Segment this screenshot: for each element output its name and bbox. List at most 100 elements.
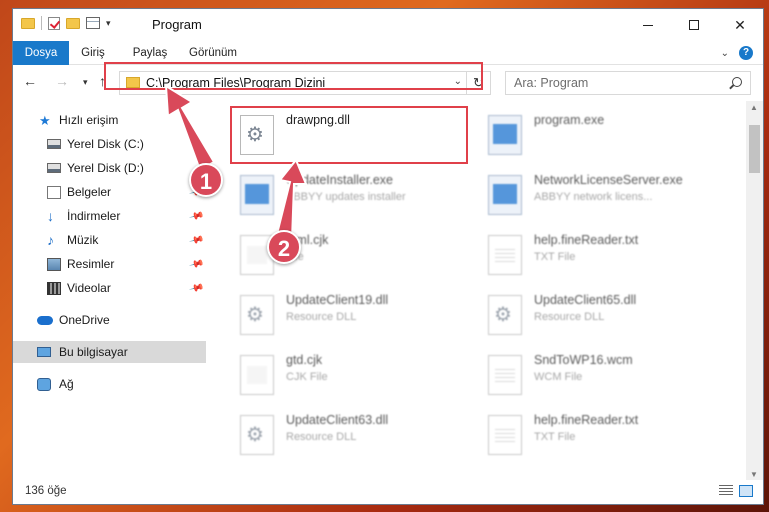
search-icon[interactable] — [732, 77, 742, 87]
file-name: UpdateInstaller.exe — [286, 173, 394, 187]
sidebar-item-disk-d[interactable]: Yerel Disk (D:) — [13, 157, 206, 179]
videos-icon — [47, 281, 61, 295]
file-item[interactable]: UpdateInstaller.exe ABBYY updates instal… — [208, 169, 448, 225]
file-name: UpdateClient63.dll — [286, 413, 389, 427]
details-view-icon[interactable] — [719, 485, 733, 497]
ribbon-controls: ⌄ ? — [721, 46, 753, 60]
txt-file-icon — [488, 415, 522, 455]
scroll-thumb[interactable] — [749, 125, 760, 173]
file-highlight — [230, 106, 468, 164]
network-icon — [37, 377, 51, 391]
search-placeholder: Ara: Program — [514, 76, 589, 90]
sidebar-item-label: İndirmeler — [67, 209, 121, 223]
properties-icon[interactable] — [86, 17, 100, 29]
file-item[interactable]: gtd.cjk CJK File — [208, 349, 448, 405]
search-input[interactable]: Ara: Program — [505, 71, 751, 95]
back-arrow-icon[interactable]: ← — [23, 73, 37, 89]
help-icon[interactable]: ? — [739, 46, 753, 60]
sidebar-item-pictures[interactable]: Resimler 📌 — [13, 253, 206, 275]
item-count: 136 öğe — [25, 485, 67, 497]
file-type: TXT File — [534, 431, 576, 443]
sidebar-item-label: Resimler — [67, 257, 115, 271]
properties-check-icon[interactable] — [48, 16, 60, 30]
quick-access-toolbar: ▾ — [21, 16, 111, 30]
sidebar-item-label: Müzik — [67, 233, 99, 247]
file-type: CJK File — [286, 371, 328, 383]
vertical-scrollbar[interactable]: ▲ ▼ — [746, 101, 763, 481]
drive-icon — [47, 163, 61, 173]
navigation-pane: ★ Hızlı erişim Yerel Disk (C:) Yerel Dis… — [13, 101, 208, 481]
pictures-icon — [47, 257, 61, 271]
wcm-file-icon — [488, 355, 522, 395]
file-type: Resource DLL — [286, 311, 357, 323]
sidebar-item-documents[interactable]: Belgeler 📌 — [13, 181, 206, 203]
new-folder-icon[interactable] — [66, 17, 80, 29]
close-button[interactable]: ✕ — [717, 9, 763, 41]
pin-icon[interactable]: 📌 — [188, 232, 204, 248]
file-type: WCM File — [534, 371, 583, 383]
file-item[interactable]: UpdateClient65.dll Resource DLL — [456, 289, 696, 345]
file-name: UpdateClient65.dll — [534, 293, 637, 307]
drive-icon — [47, 139, 61, 149]
maximize-icon — [689, 20, 699, 30]
file-name: UpdateClient19.dll — [286, 293, 389, 307]
maximize-button[interactable] — [671, 9, 717, 41]
file-name: SndToWP16.wcm — [534, 353, 633, 367]
file-name: gtd.cjk — [286, 353, 323, 367]
file-item[interactable]: SndToWP16.wcm WCM File — [456, 349, 696, 405]
file-type: ABBYY updates installer — [286, 191, 406, 203]
scroll-down-icon[interactable]: ▼ — [750, 470, 758, 479]
folder-icon — [21, 17, 35, 29]
pin-icon[interactable]: 📌 — [188, 208, 204, 224]
music-icon: ♪ — [47, 231, 54, 248]
recent-locations-icon[interactable]: ▾ — [83, 77, 88, 88]
sidebar-item-label: Ağ — [59, 377, 74, 391]
file-item[interactable]: help.fineReader.txt TXT File — [456, 229, 696, 285]
file-name: program.exe — [534, 113, 605, 127]
sidebar-item-label: Videolar — [67, 281, 111, 295]
sidebar-item-videos[interactable]: Videolar 📌 — [13, 277, 206, 299]
sidebar-item-onedrive[interactable]: OneDrive — [13, 309, 206, 331]
file-name: help.fineReader.txt — [534, 413, 639, 427]
scroll-up-icon[interactable]: ▲ — [750, 103, 758, 112]
exe-file-icon — [240, 175, 274, 215]
large-icons-view-icon[interactable] — [739, 485, 753, 497]
window-title: Program — [152, 17, 202, 32]
file-type: TXT File — [534, 251, 576, 263]
exe-file-icon — [488, 175, 522, 215]
pin-icon[interactable]: 📌 — [188, 256, 204, 272]
sidebar-item-this-pc[interactable]: Bu bilgisayar — [13, 341, 206, 363]
status-bar: 136 öğe — [13, 480, 763, 504]
expand-ribbon-icon[interactable]: ⌄ — [721, 48, 729, 59]
exe-file-icon — [488, 115, 522, 155]
computer-icon — [37, 347, 51, 357]
pin-icon[interactable]: 📌 — [188, 280, 204, 296]
file-item[interactable]: UpdateClient63.dll Resource DLL — [208, 409, 448, 465]
file-type: Resource DLL — [534, 311, 605, 323]
tab-file[interactable]: Dosya — [13, 41, 69, 65]
sidebar-item-label: Belgeler — [67, 185, 112, 199]
sidebar-item-network[interactable]: Ağ — [13, 373, 206, 395]
forward-arrow-icon[interactable]: → — [55, 73, 69, 89]
sidebar-item-disk-c[interactable]: Yerel Disk (C:) — [13, 133, 206, 155]
chevron-down-icon[interactable]: ▾ — [106, 18, 111, 29]
file-type: Resource DLL — [286, 431, 357, 443]
minimize-icon — [643, 24, 653, 26]
sidebar-item-music[interactable]: ♪ Müzik 📌 — [13, 229, 206, 251]
file-item[interactable]: html.cjk File — [208, 229, 448, 285]
file-item[interactable]: UpdateClient19.dll Resource DLL — [208, 289, 448, 345]
minimize-button[interactable] — [625, 9, 671, 41]
file-item[interactable]: NetworkLicenseServer.exe ABBYY network l… — [456, 169, 696, 225]
separator — [41, 16, 42, 30]
sidebar-item-label: OneDrive — [59, 313, 110, 327]
sidebar-item-quick-access[interactable]: ★ Hızlı erişim — [13, 109, 206, 131]
file-name: NetworkLicenseServer.exe — [534, 173, 683, 187]
file-type: ABBYY network licens... — [534, 191, 653, 203]
file-item[interactable]: help.fineReader.txt TXT File — [456, 409, 696, 465]
sidebar-item-label: Yerel Disk (D:) — [67, 161, 144, 175]
dll-file-icon — [240, 295, 274, 335]
file-item[interactable]: program.exe — [456, 109, 696, 165]
sidebar-item-downloads[interactable]: ↓ İndirmeler 📌 — [13, 205, 206, 227]
step-1-badge: 1 — [189, 163, 223, 197]
onedrive-icon — [37, 315, 53, 325]
